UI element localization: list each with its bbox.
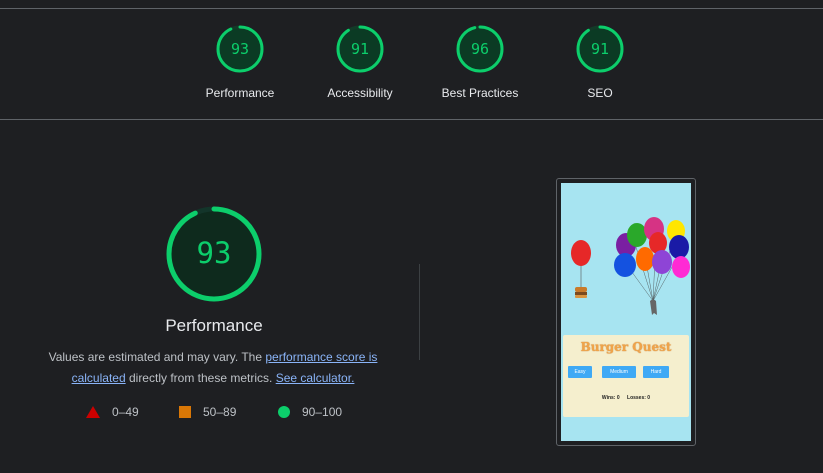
- game-menu-card: Burger Quest Easy Medium Hard Wins: 0 Lo…: [563, 335, 689, 417]
- gauge-label: SEO: [587, 86, 613, 100]
- legend-pass: 90–100: [278, 405, 342, 419]
- game-stats: Wins: 0 Losses: 0: [563, 395, 689, 401]
- gauge-score: 91: [351, 40, 369, 58]
- description-text: directly from these metrics.: [125, 371, 276, 385]
- medium-button: Medium: [602, 366, 636, 378]
- wins-count: Wins: 0: [601, 395, 620, 401]
- score-legend: 0–49 50–89 90–100: [86, 405, 386, 425]
- gauge-ring: 93: [216, 25, 264, 73]
- gauge-performance[interactable]: 93 Performance: [180, 24, 300, 100]
- legend-fail: 0–49: [86, 405, 139, 419]
- game-title: Burger Quest: [580, 340, 672, 354]
- performance-score: 93: [197, 236, 232, 270]
- gauge-label: Accessibility: [327, 86, 393, 100]
- legend-range: 0–49: [112, 405, 139, 419]
- vertical-divider: [419, 264, 420, 360]
- balloons-illustration: [571, 217, 690, 315]
- hard-button: Hard: [643, 366, 669, 378]
- gauge-label: Best Practices: [441, 86, 519, 100]
- gauge-ring: 91: [336, 25, 384, 73]
- triangle-icon: [86, 406, 100, 418]
- gauge-ring: 96: [456, 25, 504, 73]
- final-screenshot[interactable]: Burger Quest Easy Medium Hard Wins: 0 Lo…: [556, 178, 696, 446]
- performance-gauge: 93: [166, 206, 262, 302]
- easy-button: Easy: [568, 366, 592, 378]
- see-calculator-link[interactable]: See calculator.: [276, 371, 355, 385]
- gauge-accessibility[interactable]: 91 Accessibility: [300, 24, 420, 100]
- score-summary: 93 Performance 91 Accessibility 96 Best …: [0, 24, 823, 104]
- circle-icon: [278, 406, 290, 418]
- gauge-best-practices[interactable]: 96 Best Practices: [420, 24, 540, 100]
- top-divider: [0, 8, 823, 9]
- performance-description: Values are estimated and may vary. The p…: [40, 347, 386, 389]
- gauge-score: 96: [471, 40, 489, 58]
- description-text: Values are estimated and may vary. The: [48, 350, 266, 364]
- gauge-score: 93: [231, 40, 249, 58]
- performance-title: Performance: [165, 316, 263, 335]
- gauge-ring: 91: [576, 25, 624, 73]
- gauge-score: 91: [591, 40, 609, 58]
- legend-range: 50–89: [203, 405, 237, 419]
- losses-count: Losses: 0: [627, 395, 651, 401]
- gauge-label: Performance: [205, 86, 275, 100]
- screenshot-viewport: Burger Quest Easy Medium Hard Wins: 0 Lo…: [561, 183, 691, 441]
- section-divider: [0, 119, 823, 120]
- legend-range: 90–100: [302, 405, 343, 419]
- gauge-seo[interactable]: 91 SEO: [540, 24, 660, 100]
- legend-average: 50–89: [179, 405, 236, 419]
- square-icon: [179, 406, 191, 418]
